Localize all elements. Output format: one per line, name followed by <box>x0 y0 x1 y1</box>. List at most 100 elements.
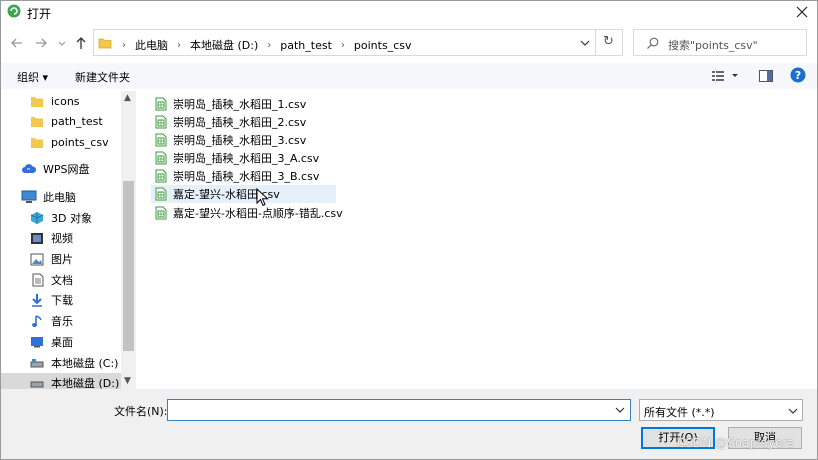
sidebar-item-label: points_csv <box>51 135 109 149</box>
sidebar-item-desktop[interactable]: 桌面 <box>29 332 73 352</box>
folder-icon <box>31 116 43 127</box>
sidebar-item-pictures[interactable]: 图片 <box>29 249 73 269</box>
breadcrumb: › 此电脑 › 本地磁盘 (D:) › path_test › points_c… <box>118 37 416 53</box>
title-bar: 打开 <box>1 1 817 23</box>
music-icon <box>32 315 42 327</box>
sidebar-item-label: 音乐 <box>51 315 73 328</box>
search-input[interactable]: 搜索"points_csv" <box>633 29 807 56</box>
sidebar-item-label: 图片 <box>51 253 73 266</box>
list-item[interactable]: 崇明岛_插秧_水稻田_3.csv <box>151 131 312 149</box>
csv-file-icon <box>155 169 167 183</box>
drive-icon <box>30 381 44 388</box>
list-item[interactable]: 崇明岛_插秧_水稻田_3_A.csv <box>151 149 325 167</box>
sidebar-item-label: 下载 <box>51 294 73 307</box>
folder-icon <box>98 38 112 49</box>
up-button[interactable] <box>73 35 91 51</box>
csv-file-icon <box>155 115 167 129</box>
app-icon <box>7 4 21 18</box>
computer-icon <box>21 190 37 203</box>
new-folder-button[interactable]: 新建文件夹 <box>75 69 130 85</box>
scroll-down-arrow-icon[interactable]: ▼ <box>124 376 131 386</box>
downloads-icon <box>32 294 42 307</box>
recent-locations-button[interactable] <box>57 35 67 51</box>
sidebar-item-label: 此电脑 <box>43 191 76 204</box>
refresh-icon: ↻ <box>603 34 614 49</box>
sidebar-item-downloads[interactable]: 下载 <box>29 290 73 310</box>
sidebar-item-icons[interactable]: icons <box>29 91 80 111</box>
close-button[interactable] <box>787 1 817 23</box>
view-options-button[interactable] <box>711 68 741 87</box>
folder-icon <box>31 96 43 107</box>
csv-file-icon <box>155 97 167 111</box>
sidebar-item-label: 本地磁盘 (D:) <box>51 377 120 389</box>
file-list: 崇明岛_插秧_水稻田_1.csv 崇明岛_插秧_水稻田_2.csv 崇明岛_插秧… <box>137 91 817 389</box>
svg-text:?: ? <box>795 69 801 82</box>
list-item[interactable]: 崇明岛_插秧_水稻田_2.csv <box>151 113 312 131</box>
list-item[interactable]: 嘉定-望兴-水稻田-点顺序-错乱.csv <box>151 204 349 222</box>
sidebar-item-3d-objects[interactable]: 3D 对象 <box>29 208 92 228</box>
breadcrumb-separator: › <box>177 39 181 51</box>
navigation-scrollbar[interactable]: ▲ ▼ <box>121 91 136 389</box>
sidebar-item-label: path_test <box>51 114 103 128</box>
sidebar-item-label: 3D 对象 <box>51 212 92 225</box>
csv-file-icon <box>155 187 167 201</box>
chevron-down-icon <box>615 407 625 413</box>
address-bar[interactable]: › 此电脑 › 本地磁盘 (D:) › path_test › points_c… <box>93 29 623 56</box>
breadcrumb-separator: › <box>340 39 345 51</box>
open-file-dialog: 打开 › 此电脑 › 本地磁盘 (D:) › path_test › point… <box>0 0 818 460</box>
file-name: 崇明岛_插秧_水稻田_3_A.csv <box>173 152 320 165</box>
sidebar-item-documents[interactable]: 文档 <box>29 270 73 290</box>
arrow-up-icon <box>76 37 86 49</box>
sidebar-item-videos[interactable]: 视频 <box>29 228 73 248</box>
address-row: › 此电脑 › 本地磁盘 (D:) › path_test › points_c… <box>1 27 817 59</box>
list-item[interactable]: 崇明岛_插秧_水稻田_3_B.csv <box>151 167 325 185</box>
csv-file-icon <box>155 133 167 147</box>
preview-pane-button[interactable] <box>758 68 774 87</box>
3d-objects-icon <box>30 212 44 224</box>
filename-label: 文件名(N): <box>114 405 168 418</box>
sidebar-item-drive-d[interactable]: 本地磁盘 (D:) <box>1 373 121 389</box>
scroll-up-arrow-icon[interactable]: ▲ <box>124 93 131 103</box>
back-button[interactable] <box>9 35 27 51</box>
filename-history-dropdown[interactable] <box>613 403 627 417</box>
sidebar-item-music[interactable]: 音乐 <box>29 311 73 331</box>
sidebar-item-label: 本地磁盘 (C:) <box>51 357 119 370</box>
search-placeholder: 搜索"points_csv" <box>668 39 758 52</box>
file-name: 崇明岛_插秧_水稻田_2.csv <box>173 116 307 129</box>
forward-button[interactable] <box>33 35 51 51</box>
address-history-dropdown[interactable] <box>578 36 592 50</box>
refresh-button[interactable]: ↻ <box>595 30 622 55</box>
chevron-down-icon <box>58 41 66 46</box>
chevron-down-icon <box>788 408 798 414</box>
pictures-icon <box>30 253 44 265</box>
help-button[interactable]: ? <box>790 67 806 86</box>
breadcrumb-path-test[interactable]: path_test <box>275 39 337 52</box>
breadcrumb-separator: › <box>267 39 272 51</box>
sidebar-item-wps-cloud[interactable]: WPS网盘 <box>21 159 90 179</box>
sidebar-item-drive-c[interactable]: 本地磁盘 (C:) <box>29 353 118 373</box>
scrollbar-thumb[interactable] <box>123 181 134 351</box>
file-type-value: 所有文件 (*.*) <box>644 406 715 419</box>
sidebar-item-points-csv[interactable]: points_csv <box>29 132 109 152</box>
arrow-right-icon <box>36 38 47 48</box>
organize-button[interactable]: 组织 ▾ <box>17 69 48 85</box>
list-item[interactable]: 崇明岛_插秧_水稻田_1.csv <box>151 95 312 113</box>
sidebar-item-path-test[interactable]: path_test <box>29 111 103 131</box>
sidebar-item-label: 桌面 <box>51 336 73 349</box>
breadcrumb-points-csv[interactable]: points_csv <box>349 39 417 52</box>
breadcrumb-separator: › <box>122 39 126 51</box>
dialog-title: 打开 <box>27 7 52 21</box>
sidebar-item-label: WPS网盘 <box>43 163 90 176</box>
list-item[interactable]: 嘉定-望兴-水稻田.csv <box>151 185 336 203</box>
breadcrumb-drive-d[interactable]: 本地磁盘 (D:) <box>185 37 263 53</box>
file-type-select[interactable]: 所有文件 (*.*) <box>639 399 803 421</box>
folder-icon <box>31 137 43 148</box>
command-bar: 组织 ▾ 新建文件夹 ? <box>1 63 817 89</box>
close-icon <box>796 6 808 18</box>
watermark: CSDN @Snaplayers <box>677 436 794 450</box>
video-icon <box>31 232 43 244</box>
sidebar-item-this-pc[interactable]: 此电脑 <box>21 187 76 207</box>
file-name: 崇明岛_插秧_水稻田_3.csv <box>173 134 307 147</box>
breadcrumb-this-pc[interactable]: 此电脑 <box>130 37 173 53</box>
filename-input[interactable] <box>167 399 631 421</box>
